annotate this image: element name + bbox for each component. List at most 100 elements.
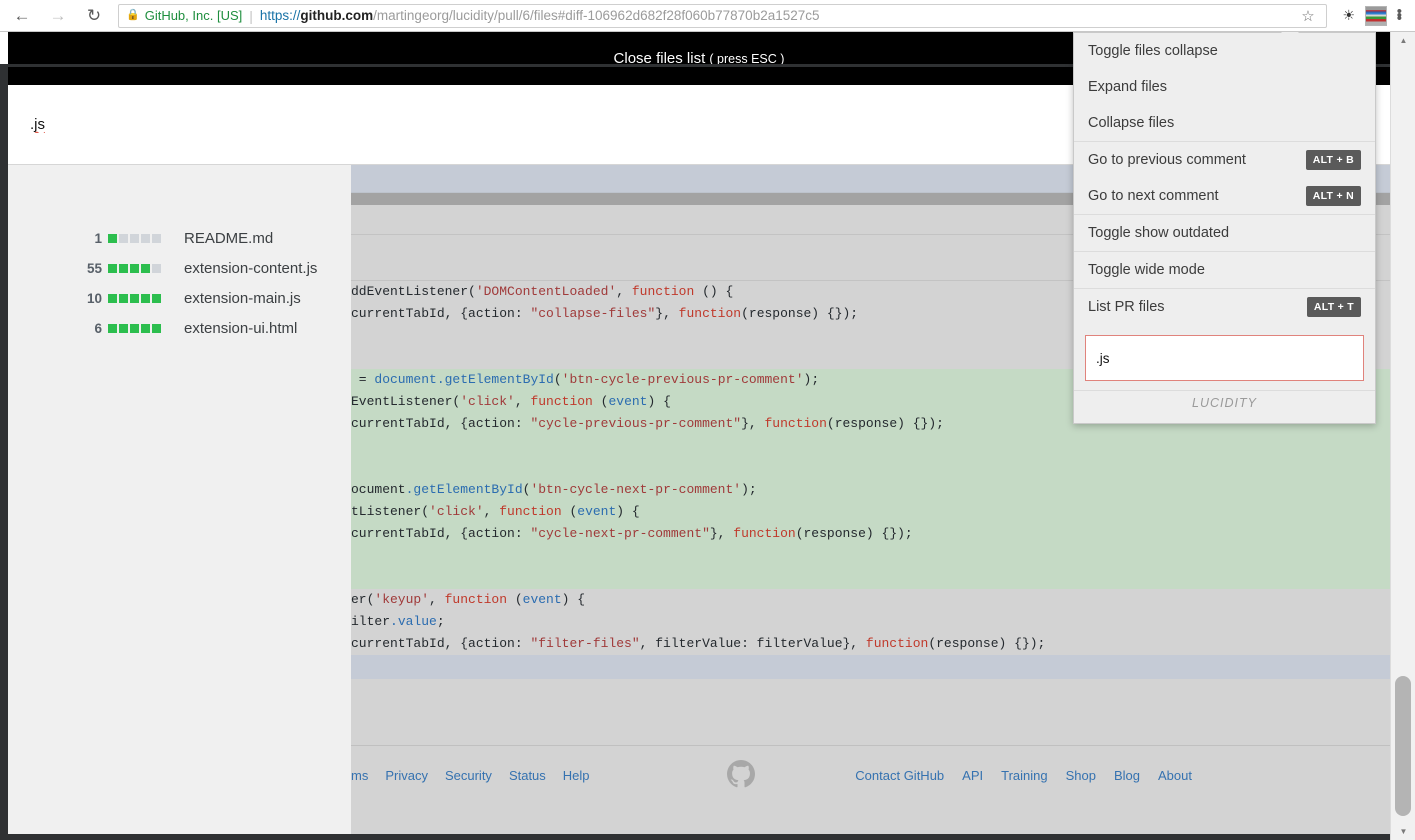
omnibox-divider: | (249, 7, 253, 24)
popup-menu-group: List PR files ALT + T (1074, 289, 1375, 325)
popup-menu-item[interactable]: Go to next comment ALT + N (1074, 178, 1375, 214)
popup-menu-item-label: List PR files (1088, 299, 1165, 315)
popup-menu-item[interactable]: Toggle files collapse (1074, 33, 1375, 69)
address-bar[interactable]: 🔒 GitHub, Inc. [US] | https:// github.co… (118, 3, 1327, 28)
footer-link[interactable]: Help (563, 768, 590, 783)
footer-link[interactable]: Security (445, 768, 492, 783)
star-icon[interactable]: ☆ (1297, 7, 1318, 25)
diffstat-block (152, 293, 161, 303)
footer-link[interactable]: About (1158, 768, 1192, 783)
popup-menu-item-label: Expand files (1088, 79, 1167, 95)
page-scrollbar[interactable]: ▲ ▼ (1390, 32, 1415, 840)
diffstat-block (119, 233, 128, 243)
reload-icon[interactable]: ↻ (81, 3, 107, 29)
file-list-item[interactable]: 55 extension-content.js (8, 253, 351, 283)
diffstat-block (119, 263, 128, 273)
popup-menu-item-shortcut: ALT + B (1305, 150, 1361, 170)
github-octocat-mark-icon (727, 760, 755, 788)
browser-extension-icons: ☀ • • • (1336, 3, 1415, 29)
scroll-up-arrow-icon[interactable]: ▲ (1391, 32, 1415, 49)
footer-link[interactable]: Status (509, 768, 546, 783)
url-scheme: https:// (259, 8, 301, 23)
footer-link[interactable]: ms (351, 768, 368, 783)
popup-menu-group: Toggle wide mode (1074, 252, 1375, 289)
footer-link[interactable]: Blog (1114, 768, 1140, 783)
file-name-label: extension-main.js (184, 289, 301, 307)
file-list-item[interactable]: 6 extension-ui.html (8, 313, 351, 343)
footer-link[interactable]: Contact GitHub (855, 768, 944, 783)
file-list-item[interactable]: 1 README.md (8, 223, 351, 253)
dark-reader-icon[interactable]: ☀ (1336, 3, 1362, 29)
forward-arrow-icon[interactable]: → (45, 3, 71, 29)
file-diffstat (108, 293, 166, 303)
footer-link[interactable]: API (962, 768, 983, 783)
file-change-count: 55 (86, 260, 102, 276)
popup-menu-item[interactable]: List PR files ALT + T (1074, 289, 1375, 325)
popup-menu-item-label: Toggle show outdated (1088, 225, 1230, 241)
diffstat-block (108, 233, 117, 243)
files-filter-input[interactable] (30, 116, 370, 133)
files-list-panel: 1 README.md 55 extension-content.js 10 extens… (8, 165, 351, 840)
popup-menu-item-shortcut: ALT + T (1306, 297, 1361, 317)
popup-menu-groups: Toggle files collapse Expand files Collaps… (1074, 33, 1375, 325)
popup-menu-item[interactable]: Toggle show outdated (1074, 215, 1375, 251)
popup-menu-item-shortcut: ALT + N (1305, 186, 1361, 206)
popup-filter-wrap (1074, 325, 1375, 390)
diff-code-line (351, 457, 1390, 479)
popup-menu-item-label: Toggle files collapse (1088, 43, 1218, 59)
popup-menu-item[interactable]: Expand files (1074, 69, 1375, 105)
lucidity-extension-icon[interactable] (1364, 5, 1387, 26)
popup-menu-item[interactable]: Toggle wide mode (1074, 252, 1375, 288)
diff-code-line: currentTabId, {action: "cycle-next-pr-co… (351, 523, 1390, 545)
chrome-menu-kebab-icon[interactable]: • • • (1390, 5, 1409, 25)
back-arrow-icon[interactable]: ← (9, 3, 35, 29)
diff-code-line: tListener('click', function (event) { (351, 501, 1390, 523)
popup-menu-item-label: Go to previous comment (1088, 152, 1246, 168)
file-diffstat (108, 233, 166, 243)
footer-right-links: Contact GitHub API Training Shop Blog About (855, 768, 1192, 783)
file-list-item[interactable]: 10 extension-main.js (8, 283, 351, 313)
popup-filter-input[interactable] (1085, 335, 1364, 381)
diffstat-block (108, 263, 117, 273)
popup-menu-item-label: Toggle wide mode (1088, 262, 1205, 278)
page-viewport: ddEventListener('DOMContentLoaded', func… (0, 32, 1415, 840)
file-change-count: 1 (94, 230, 102, 246)
scroll-down-arrow-icon[interactable]: ▼ (1391, 823, 1415, 840)
file-change-count: 6 (94, 320, 102, 336)
popup-menu-item[interactable]: Go to previous comment ALT + B (1074, 142, 1375, 178)
popup-menu-item-label: Go to next comment (1088, 188, 1219, 204)
diffstat-block (152, 263, 161, 273)
file-change-count: 10 (86, 290, 102, 306)
diffstat-block (152, 323, 161, 333)
footer-left-links: ms Privacy Security Status Help (351, 768, 590, 783)
diffstat-block (130, 233, 139, 243)
diffstat-block (141, 233, 150, 243)
diff-code-line (351, 435, 1390, 457)
footer-link[interactable]: Privacy (385, 768, 428, 783)
popup-menu-group: Go to previous comment ALT + B Go to next … (1074, 142, 1375, 215)
diffstat-block (130, 263, 139, 273)
popup-arrow-icon (1281, 32, 1299, 33)
diffstat-block (119, 293, 128, 303)
file-name-label: README.md (184, 229, 274, 247)
scrollbar-thumb[interactable] (1395, 676, 1411, 816)
popup-brand-label: LUCIDITY (1074, 390, 1375, 423)
lucidity-extension-popup: Toggle files collapse Expand files Collaps… (1073, 32, 1376, 424)
diffstat-block (141, 323, 150, 333)
browser-nav-buttons: ← → ↻ (0, 3, 107, 29)
url-host: github.com (300, 8, 374, 23)
popup-menu-item[interactable]: Collapse files (1074, 105, 1375, 141)
diffstat-block (130, 323, 139, 333)
popup-menu-item-label: Collapse files (1088, 115, 1175, 131)
url-path: /martingeorg/lucidity/pull/6/files#diff-… (373, 8, 820, 23)
window-border-left (0, 64, 8, 840)
lock-icon: 🔒 (126, 9, 140, 21)
footer-link[interactable]: Training (1001, 768, 1047, 783)
diffstat-block (119, 323, 128, 333)
diffstat-block (108, 293, 117, 303)
file-diffstat (108, 263, 166, 273)
diff-footer-bar (351, 655, 1390, 679)
popup-menu-group: Toggle files collapse Expand files Collaps… (1074, 33, 1375, 142)
file-name-label: extension-content.js (184, 259, 318, 277)
footer-link[interactable]: Shop (1066, 768, 1096, 783)
